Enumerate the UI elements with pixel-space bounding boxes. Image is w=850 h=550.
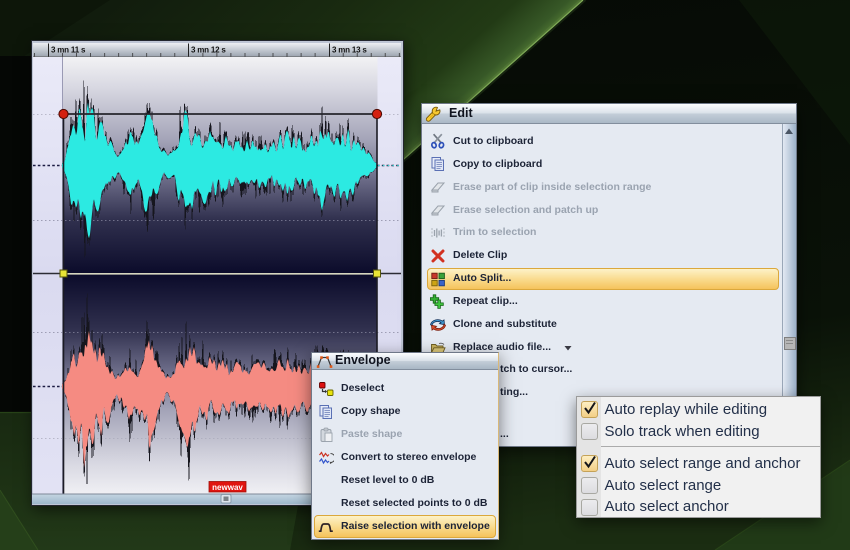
svg-text:newwav: newwav (212, 483, 243, 492)
svg-text:3 mn 12 s: 3 mn 12 s (191, 46, 226, 55)
svg-text:3 mn 11 s: 3 mn 11 s (51, 46, 86, 55)
svg-text:3 mn 13 s: 3 mn 13 s (332, 46, 367, 55)
